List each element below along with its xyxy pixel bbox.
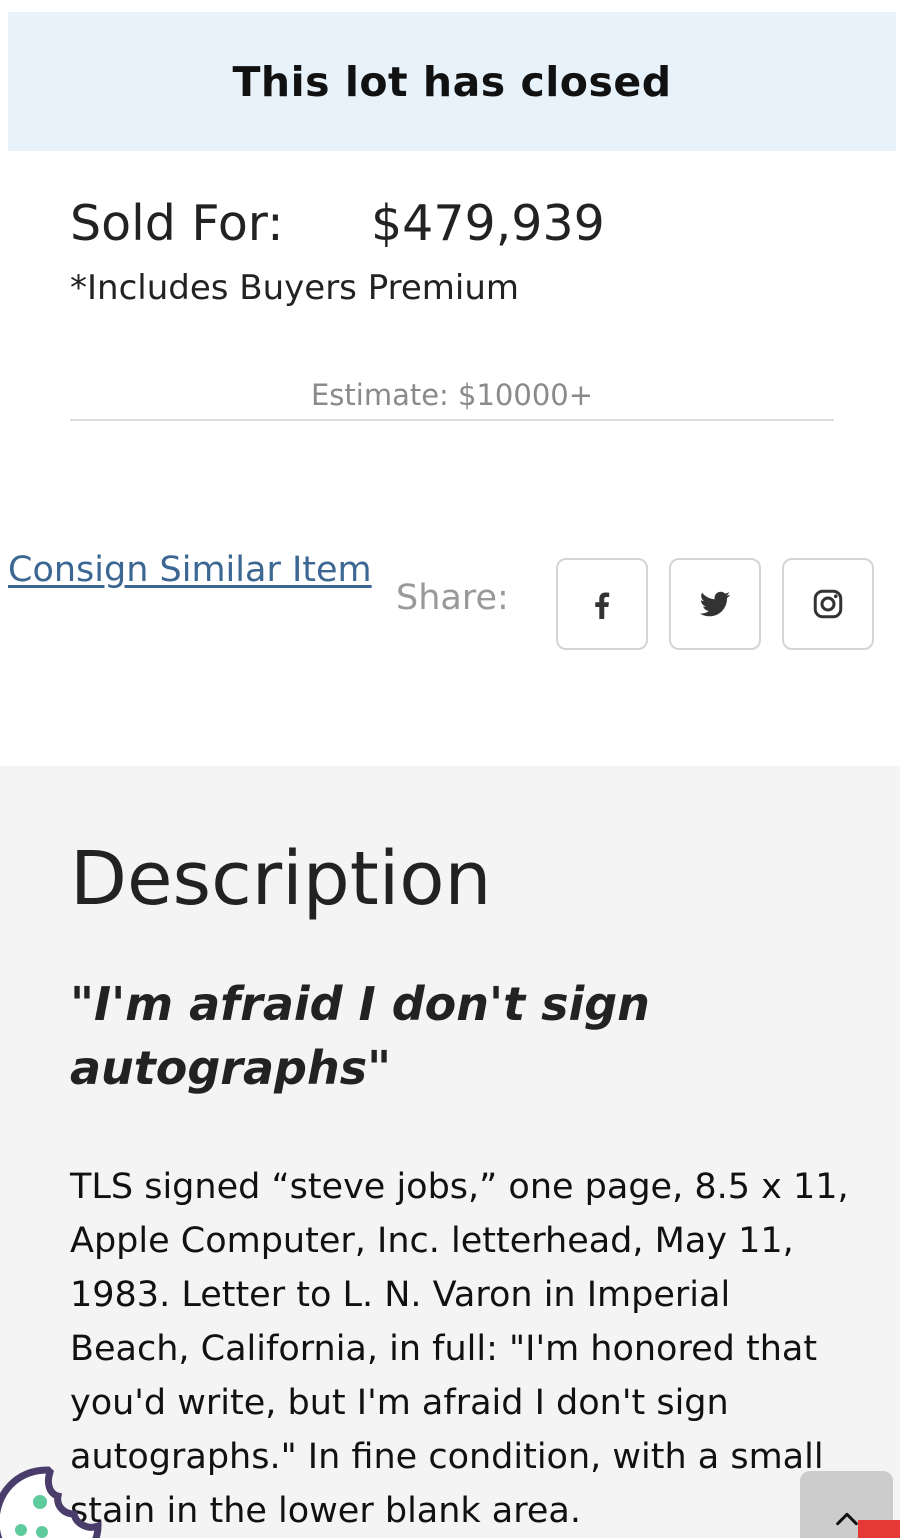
cookie-icon: [0, 1466, 102, 1538]
description-quote: "I'm afraid I don't sign autographs": [70, 977, 650, 1095]
estimate-text: Estimate: $10000+: [70, 378, 834, 421]
chat-widget-edge[interactable]: [858, 1520, 900, 1538]
facebook-icon: [595, 592, 610, 619]
lot-closed-banner: This lot has closed: [8, 12, 896, 151]
instagram-share-button[interactable]: [782, 558, 874, 650]
share-label: Share:: [396, 578, 509, 618]
description-body: TLS signed “steve jobs,” one page, 8.5 x…: [70, 1167, 849, 1531]
buyers-premium-note: *Includes Buyers Premium: [70, 268, 519, 308]
consign-similar-item-link[interactable]: Consign Similar Item: [8, 550, 372, 590]
facebook-share-button[interactable]: [556, 558, 648, 650]
description-heading: Description: [70, 836, 492, 922]
banner-title: This lot has closed: [232, 57, 672, 106]
twitter-share-button[interactable]: [669, 558, 761, 650]
twitter-icon: [700, 591, 730, 617]
sold-for-label: Sold For:: [70, 195, 284, 252]
instagram-icon: [813, 589, 843, 619]
sold-for-row: Sold For: $479,939: [70, 195, 605, 252]
sold-price: $479,939: [371, 195, 605, 252]
cookie-settings-button[interactable]: [0, 1464, 108, 1538]
description-section: Description "I'm afraid I don't sign aut…: [0, 766, 900, 1538]
chevron-up-icon: [835, 1512, 858, 1526]
